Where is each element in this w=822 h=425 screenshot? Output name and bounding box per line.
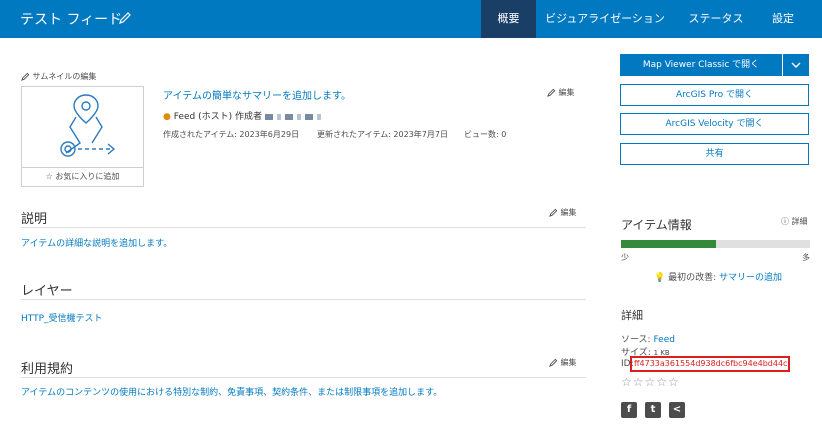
open-options-dropdown[interactable]	[783, 54, 809, 76]
item-type-owner: Feed (ホスト) 作成者	[173, 112, 262, 122]
twitter-icon[interactable]: t	[645, 402, 661, 418]
pencil-icon	[549, 208, 558, 217]
feed-thumbnail-icon	[60, 94, 116, 157]
item-info-help[interactable]: ⓘ 詳細	[781, 216, 808, 227]
progress-low-label: 少	[621, 253, 629, 262]
source-label: ソース:	[621, 335, 651, 345]
item-views: ビュー数: 0	[464, 130, 507, 139]
add-favorite-button[interactable]: ☆ お気に入りに追加	[22, 167, 143, 186]
open-arcgis-velocity-button[interactable]: ArcGIS Velocity で開く	[620, 113, 809, 135]
open-map-viewer-button[interactable]: Map Viewer Classic で開く	[620, 54, 782, 76]
edit-thumbnail-label: サムネイルの編集	[32, 72, 97, 81]
edit-summary-button[interactable]: 編集	[547, 87, 575, 98]
thumbnail: ☆ お気に入りに追加	[21, 86, 144, 187]
share-link-icon[interactable]: <	[669, 402, 685, 418]
item-title: テスト フィード	[20, 12, 123, 28]
rating-stars[interactable]: ☆☆☆☆☆	[621, 375, 680, 389]
divider	[21, 227, 586, 228]
layers-title: レイヤー	[21, 284, 73, 299]
edit-description-button[interactable]: 編集	[549, 207, 577, 218]
tab-settings[interactable]: 設定	[763, 0, 803, 38]
share-button[interactable]: 共有	[620, 143, 809, 165]
improvement-prefix: 最初の改善:	[668, 273, 717, 283]
type-owner-row: ● Feed (ホスト) 作成者	[163, 109, 323, 122]
user-icon: ●	[163, 112, 171, 122]
edit-label: 編集	[558, 88, 575, 97]
improvement-link[interactable]: サマリーの追加	[719, 273, 782, 283]
tab-visualization[interactable]: ビジュアライゼーション	[540, 0, 670, 38]
divider	[21, 377, 586, 378]
add-description-link[interactable]: アイテムの詳細な説明を追加します。	[21, 236, 172, 249]
details-title: 詳細	[621, 309, 643, 322]
facebook-icon[interactable]: f	[621, 402, 637, 418]
add-favorite-label: お気に入りに追加	[55, 172, 120, 181]
owner-name-redacted	[264, 113, 323, 120]
chevron-down-icon	[791, 62, 801, 68]
progress-high-label: 多	[802, 253, 810, 262]
item-info-help-label: 詳細	[791, 217, 808, 226]
description-title: 説明	[21, 212, 48, 227]
source-row: ソース: Feed	[621, 332, 675, 345]
item-id-value[interactable]: ff4733a361554d938dc6fbc94e4bd44c	[630, 356, 790, 372]
item-info-title: アイテム情報	[621, 218, 692, 232]
open-arcgis-pro-button[interactable]: ArcGIS Pro で開く	[620, 84, 809, 106]
item-updated: 更新されたアイテム: 2023年7月7日	[317, 130, 448, 139]
tab-overview[interactable]: 概要	[481, 0, 536, 38]
pencil-icon	[547, 88, 556, 97]
add-summary-link[interactable]: アイテムの簡単なサマリーを追加します。	[163, 87, 351, 102]
edit-thumbnail-link[interactable]: サムネイルの編集	[21, 71, 96, 82]
layer-link[interactable]: HTTP_受信機テスト	[21, 311, 103, 324]
pencil-icon[interactable]	[118, 11, 132, 25]
pencil-icon	[549, 358, 558, 367]
source-link[interactable]: Feed	[653, 335, 674, 345]
edit-terms-button[interactable]: 編集	[549, 357, 577, 368]
edit-label: 編集	[560, 208, 577, 217]
improvement-tip: 💡 最初の改善: サマリーの追加	[654, 270, 782, 283]
item-info-progress-fill	[621, 240, 716, 248]
divider	[21, 299, 586, 300]
top-bar: テスト フィード 概要 ビジュアライゼーション ステータス 設定	[0, 0, 822, 38]
add-terms-link[interactable]: アイテムのコンテンツの使用における特別な制約、免責事項、契約条件、または制限事項…	[21, 385, 442, 398]
item-created: 作成されたアイテム: 2023年6月29日	[163, 130, 300, 139]
star-icon: ☆	[45, 172, 53, 181]
tab-status[interactable]: ステータス	[680, 0, 752, 38]
edit-label: 編集	[560, 358, 577, 367]
item-info-progress-bar	[621, 240, 810, 248]
pencil-icon	[21, 72, 30, 81]
help-icon: ⓘ	[781, 217, 789, 226]
lightbulb-icon: 💡	[654, 273, 666, 283]
terms-title: 利用規約	[21, 362, 74, 377]
